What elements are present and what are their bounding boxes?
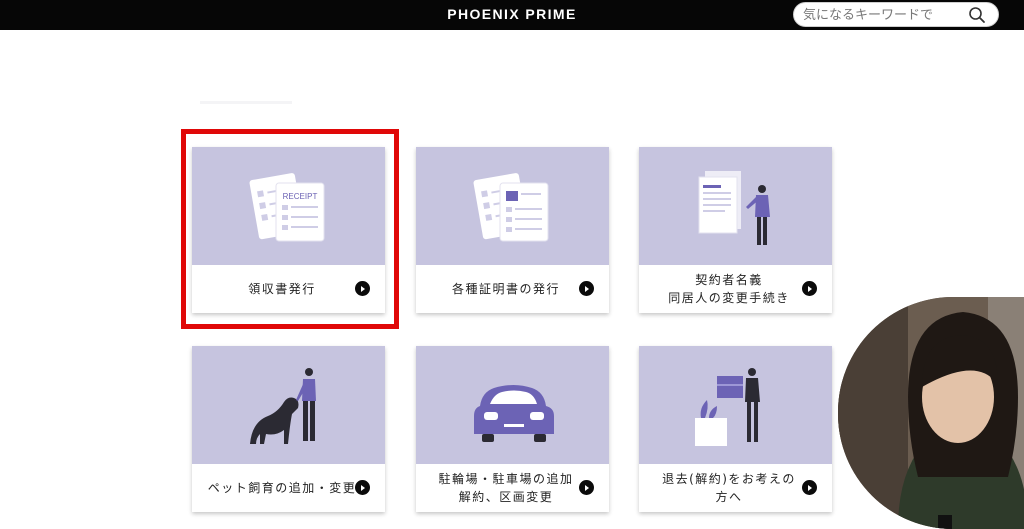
person-with-dog-icon xyxy=(250,368,316,444)
search-icon[interactable] xyxy=(968,6,986,24)
card-label: 退去(解約)をお考えの 方へ xyxy=(662,472,796,504)
card-art xyxy=(192,346,385,464)
arrow-right-icon[interactable] xyxy=(579,480,594,495)
card-art xyxy=(416,346,609,464)
arrow-right-icon[interactable] xyxy=(802,480,817,495)
arrow-right-icon[interactable] xyxy=(579,281,594,296)
highlight-box xyxy=(181,129,399,329)
person-carrying-box-icon xyxy=(695,368,760,446)
person-signing-contract-icon xyxy=(698,171,770,245)
card-move-out[interactable]: 退去(解約)をお考えの 方へ xyxy=(639,346,832,512)
webcam-overlay xyxy=(838,297,1024,529)
card-art xyxy=(639,346,832,464)
card-label: 各種証明書の発行 xyxy=(451,282,560,296)
top-bar: PHOENIX PRIME xyxy=(0,0,1024,30)
car-icon xyxy=(474,385,554,442)
card-certificates[interactable]: 各種証明書の発行 xyxy=(416,147,609,313)
arrow-right-icon[interactable] xyxy=(802,281,817,296)
card-art xyxy=(639,147,832,265)
arrow-right-icon[interactable] xyxy=(355,480,370,495)
faint-heading-placeholder xyxy=(200,101,292,104)
card-contract-holder-change[interactable]: 契約者名義 同居人の変更手続き xyxy=(639,147,832,313)
card-parking[interactable]: 駐輪場・駐車場の追加 解約、区画変更 xyxy=(416,346,609,512)
certificate-documents-icon xyxy=(473,173,549,242)
search-input[interactable] xyxy=(803,6,963,24)
search-box[interactable] xyxy=(793,2,999,27)
card-art xyxy=(416,147,609,265)
card-label: 契約者名義 同居人の変更手続き xyxy=(668,273,790,305)
card-label: ペット飼育の追加・変更 xyxy=(207,481,357,495)
presenter-video-image xyxy=(838,297,1024,529)
card-pet-registration[interactable]: ペット飼育の追加・変更 xyxy=(192,346,385,512)
card-label: 駐輪場・駐車場の追加 解約、区画変更 xyxy=(438,472,574,504)
